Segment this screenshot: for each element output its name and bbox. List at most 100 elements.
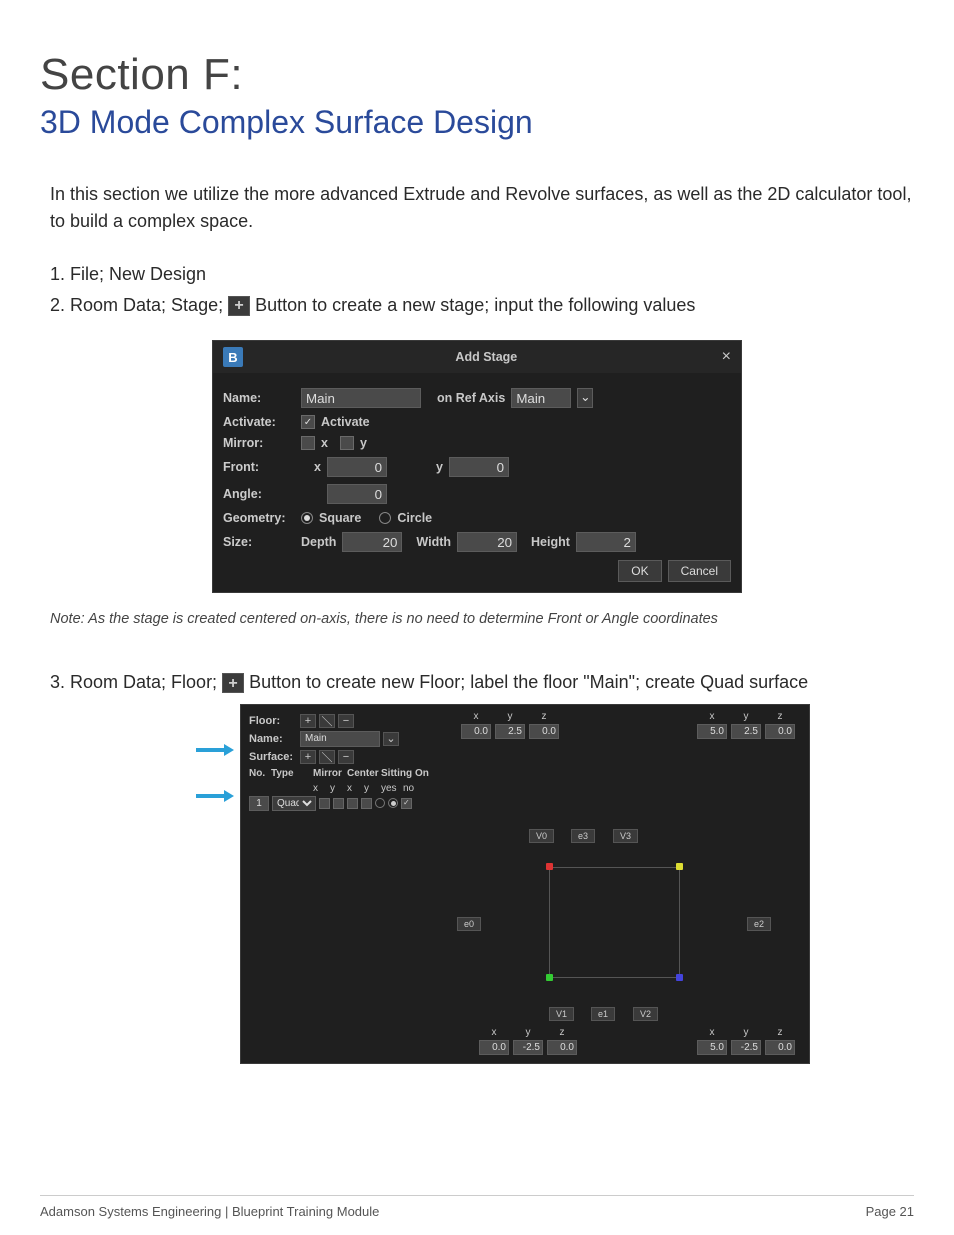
vertex-dot-red [546,863,553,870]
front-x-input[interactable] [327,457,387,477]
plus-icon: + [228,296,250,316]
e2-tag[interactable]: e2 [747,917,771,931]
sub-no: no [403,783,417,794]
add-floor-button[interactable]: + [300,714,316,728]
quad-preview: V0 e3 V3 e0 e2 V1 e1 V2 [249,807,809,1027]
refaxis-input[interactable] [511,388,571,408]
activate-text: Activate [321,415,370,429]
edit-floor-button[interactable]: ＼ [319,714,335,728]
note-text: Note: As the stage is created centered o… [50,611,914,627]
footer-left: Adamson Systems Engineering | Blueprint … [40,1204,379,1219]
step-2: 2. Room Data; Stage; + Button to create … [50,290,914,321]
tl-y-input[interactable] [495,724,525,739]
section-subtitle: 3D Mode Complex Surface Design [40,104,914,141]
floor-name-label: Name: [249,733,297,745]
step-2-post: Button to create a new stage; input the … [255,295,695,315]
refaxis-label: on Ref Axis [437,391,505,405]
edit-surface-button[interactable]: ＼ [319,750,335,764]
dialog-title: Add Stage [251,350,722,364]
sub-yes: yes [381,783,399,794]
step-2-pre: 2. Room Data; Stage; [50,295,228,315]
angle-input[interactable] [327,484,387,504]
z-label: z [765,1027,795,1038]
floor-name-input[interactable] [300,731,380,747]
floor-panel: Floor: + ＼ − Name: ⌄ Surface: + ＼ − No. … [240,704,810,1064]
col-sitting: Sitting [381,768,411,779]
step-1: 1. File; New Design [50,259,914,290]
plus-icon: + [222,673,244,693]
add-surface-button[interactable]: + [300,750,316,764]
z-label: z [547,1027,577,1038]
section-heading: Section F: [40,50,914,100]
front-x-label: x [301,460,321,474]
refaxis-dropdown[interactable]: ⌄ [577,388,593,408]
br-y-input[interactable] [731,1040,761,1055]
height-input[interactable] [576,532,636,552]
mirror-y-checkbox[interactable] [340,436,354,450]
add-stage-dialog: B Add Stage × Name: on Ref Axis ⌄ Activa… [212,340,742,593]
close-icon[interactable]: × [722,348,731,366]
bl-y-input[interactable] [513,1040,543,1055]
z-label: z [529,711,559,722]
y-label: y [513,1027,543,1038]
v3-tag[interactable]: V3 [613,829,638,843]
br-z-input[interactable] [765,1040,795,1055]
ok-button[interactable]: OK [618,560,661,582]
v2-tag[interactable]: V2 [633,1007,658,1021]
angle-label: Angle: [223,487,295,501]
front-y-input[interactable] [449,457,509,477]
vertex-dot-green [546,974,553,981]
bl-z-input[interactable] [547,1040,577,1055]
coord-block-bl: xyz [479,1027,577,1055]
y-label: y [731,1027,761,1038]
cancel-button[interactable]: Cancel [668,560,731,582]
remove-surface-button[interactable]: − [338,750,354,764]
e1-tag[interactable]: e1 [591,1007,615,1021]
vertex-dot-yellow [676,863,683,870]
col-type: Type [271,768,309,779]
z-label: z [765,711,795,722]
mirror-x-label: x [321,436,328,450]
mirror-x-checkbox[interactable] [301,436,315,450]
tr-y-input[interactable] [731,724,761,739]
width-input[interactable] [457,532,517,552]
mirror-label: Mirror: [223,436,295,450]
front-y-label: y [413,460,443,474]
intro-paragraph: In this section we utilize the more adva… [40,181,914,235]
mirror-y-label: y [360,436,367,450]
square-radio[interactable] [301,512,313,524]
circle-radio[interactable] [379,512,391,524]
sub-y2: y [364,783,377,794]
floor-name-dropdown[interactable]: ⌄ [383,732,399,746]
coord-block-tr: xyz [697,711,795,811]
col-center: Center [347,768,377,779]
app-logo-icon: B [223,347,243,367]
coord-block-tl: xyz [461,711,559,811]
e0-tag[interactable]: e0 [457,917,481,931]
name-input[interactable] [301,388,421,408]
bl-x-input[interactable] [479,1040,509,1055]
size-label: Size: [223,535,295,549]
v1-tag[interactable]: V1 [549,1007,574,1021]
arrow-icon [196,790,234,802]
surface-label: Surface: [249,751,297,763]
tl-z-input[interactable] [529,724,559,739]
width-label: Width [416,535,451,549]
tr-x-input[interactable] [697,724,727,739]
v0-tag[interactable]: V0 [529,829,554,843]
y-label: y [731,711,761,722]
x-label: x [697,711,727,722]
br-x-input[interactable] [697,1040,727,1055]
step-3: 3. Room Data; Floor; + Button to create … [50,667,914,698]
vertex-dot-blue [676,974,683,981]
remove-floor-button[interactable]: − [338,714,354,728]
depth-input[interactable] [342,532,402,552]
sub-x: x [313,783,326,794]
circle-label: Circle [397,511,432,525]
footer-page: Page 21 [866,1204,914,1219]
depth-label: Depth [301,535,336,549]
tr-z-input[interactable] [765,724,795,739]
tl-x-input[interactable] [461,724,491,739]
e3-tag[interactable]: e3 [571,829,595,843]
activate-checkbox[interactable]: ✓ [301,415,315,429]
